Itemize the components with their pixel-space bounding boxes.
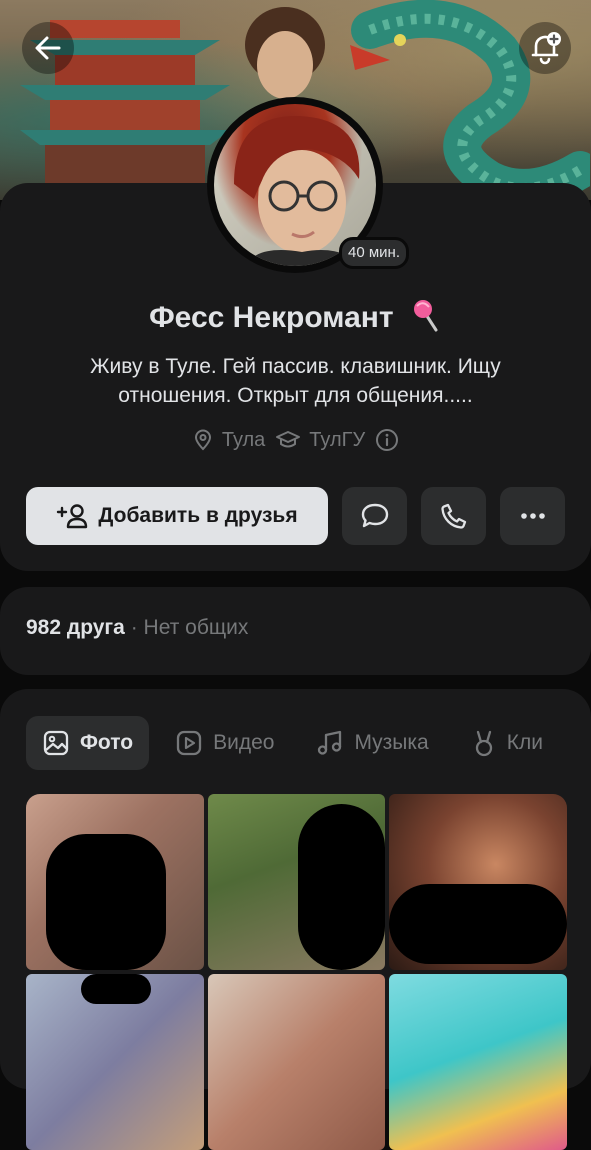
- tab-photos[interactable]: Фото: [26, 716, 150, 770]
- tab-clips[interactable]: Кли: [455, 716, 559, 770]
- more-info-button[interactable]: [375, 428, 399, 452]
- friends-separator: ·: [130, 616, 138, 639]
- censor-mark: [81, 974, 151, 1004]
- city-item[interactable]: Тула: [192, 429, 265, 452]
- profile-meta-row: Тула ТулГУ: [0, 428, 591, 452]
- censor-mark: [298, 804, 385, 970]
- lollipop-emoji-icon[interactable]: [412, 298, 442, 340]
- photo-thumbnail[interactable]: [389, 794, 567, 970]
- last-seen-badge: 40 мин.: [339, 237, 409, 269]
- photo-thumbnail[interactable]: [389, 974, 567, 1150]
- music-note-icon: [318, 730, 342, 755]
- play-icon: [176, 730, 202, 756]
- photo-thumbnail[interactable]: [26, 974, 204, 1150]
- bell-plus-icon: [531, 32, 561, 65]
- city-label: Тула: [221, 428, 266, 451]
- profile-name: Фесс Некромант: [149, 300, 394, 334]
- photo-thumbnail[interactable]: [26, 794, 204, 970]
- censor-mark: [389, 884, 567, 964]
- photo-thumbnail[interactable]: [208, 794, 385, 970]
- more-options-button[interactable]: [500, 487, 565, 545]
- profile-status-text: Живу в Туле. Гей пассив. клавишник. Ищу …: [90, 355, 501, 407]
- image-icon: [43, 730, 69, 756]
- message-button[interactable]: [342, 487, 407, 545]
- tab-photos-label: Фото: [80, 731, 134, 754]
- clips-icon: [475, 730, 492, 757]
- subscribe-notifications-button[interactable]: [519, 22, 571, 74]
- add-friend-button[interactable]: Добавить в друзья: [26, 487, 328, 545]
- friends-summary: 982 друга · Нет общих: [26, 616, 248, 640]
- mutual-friends-label: Нет общих: [143, 616, 249, 639]
- tab-music[interactable]: Музыка: [300, 716, 444, 770]
- friends-card[interactable]: 982 друга · Нет общих: [0, 587, 591, 675]
- add-friend-label: Добавить в друзья: [98, 504, 298, 527]
- photo-thumbnail[interactable]: [208, 974, 385, 1150]
- call-button[interactable]: [421, 487, 486, 545]
- user-add-icon: [57, 504, 88, 529]
- profile-name-row: Фесс Некромант: [0, 298, 591, 340]
- education-label: ТулГУ: [309, 428, 366, 451]
- media-card: Фото Видео Музыка Кли: [0, 689, 591, 1150]
- info-icon: [376, 429, 399, 451]
- graduation-cap-icon: [276, 431, 301, 448]
- tab-videos[interactable]: Видео: [159, 716, 290, 770]
- profile-actions: Добавить в друзья: [26, 487, 565, 545]
- location-pin-icon: [194, 429, 211, 451]
- tab-music-label: Музыка: [354, 731, 429, 754]
- back-button[interactable]: [22, 22, 74, 74]
- photo-grid: [26, 794, 567, 1150]
- tab-clips-label: Кли: [506, 731, 543, 754]
- media-tabs: Фото Видео Музыка Кли: [26, 716, 591, 770]
- more-horizontal-icon: [520, 513, 545, 519]
- arrow-left-icon: [35, 36, 61, 60]
- friends-count: 982 друга: [26, 616, 125, 639]
- censor-mark: [46, 834, 166, 970]
- phone-icon: [440, 503, 466, 529]
- message-bubble-icon: [361, 503, 388, 528]
- tab-videos-label: Видео: [213, 731, 275, 754]
- education-item[interactable]: ТулГУ: [275, 429, 365, 452]
